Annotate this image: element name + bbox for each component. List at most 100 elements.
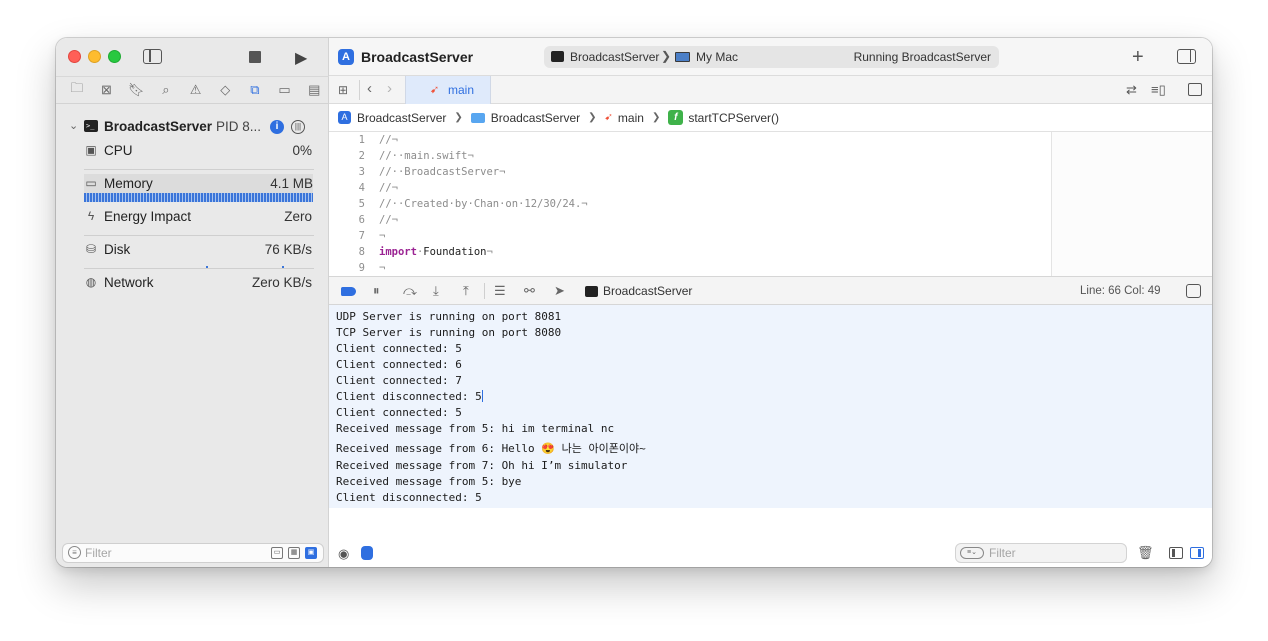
project-navigator-icon[interactable]: 🗀 — [62, 76, 92, 104]
code-line: 7 ¬ — [329, 230, 1049, 246]
line-text: //¬ — [379, 134, 398, 146]
chevron-down-icon[interactable]: ⌄ — [69, 119, 78, 132]
breadcrumb-separator: ❯ — [454, 112, 463, 123]
bookmark-navigator-icon[interactable]: 🔖︎ — [121, 76, 151, 104]
filter-option-icon[interactable]: ▭ — [271, 547, 283, 559]
text-cursor — [481, 390, 483, 402]
filter-placeholder: Filter — [989, 546, 1016, 560]
add-icon[interactable]: + — [1132, 46, 1144, 69]
eye-icon[interactable]: ◉ — [338, 546, 349, 562]
minimap[interactable] — [1051, 132, 1212, 276]
code-line: 4 //¬ — [329, 182, 1049, 198]
line-number: 2 — [358, 150, 365, 162]
debug-process-name[interactable]: BroadcastServer — [603, 284, 692, 298]
breadcrumb-item[interactable]: main — [618, 111, 644, 125]
trash-icon[interactable]: 🗑︎ — [1137, 545, 1154, 561]
step-over-icon[interactable]: ⤼ — [403, 283, 417, 299]
toggle-console-icon[interactable] — [1186, 284, 1201, 298]
console-line: Client disconnected: 5 — [336, 491, 482, 504]
filter-icon[interactable]: ≡⌄ — [960, 547, 984, 559]
divider — [84, 235, 314, 236]
breadcrumb-separator: ❯ — [651, 112, 661, 123]
toggle-inspector-icon[interactable] — [1177, 49, 1196, 64]
breakpoints-toggle-icon[interactable] — [341, 287, 356, 296]
show-console-view-icon[interactable] — [1190, 547, 1204, 559]
console-filter-field[interactable]: ≡⌄ Filter — [955, 543, 1127, 563]
find-navigator-icon[interactable]: ⌕ — [151, 76, 181, 104]
gauge-value: Zero — [284, 209, 312, 224]
memory-usage-bar — [84, 193, 313, 202]
test-navigator-icon[interactable]: ◇ — [210, 76, 240, 104]
gauge-label: Disk — [104, 242, 131, 257]
scheme-name[interactable]: BroadcastServer — [570, 50, 659, 64]
step-into-icon[interactable]: ⤓ — [433, 283, 439, 299]
step-out-icon[interactable]: ⤒ — [463, 283, 469, 299]
show-variables-view-icon[interactable] — [1169, 547, 1183, 559]
process-name: BroadcastServer — [104, 119, 213, 134]
variables-toggle-icon[interactable] — [361, 546, 373, 560]
swift-icon: ➹ — [430, 84, 440, 96]
divider — [84, 169, 314, 170]
info-icon[interactable]: i — [270, 120, 284, 134]
line-text: //··main.swift¬ — [379, 150, 474, 162]
close-window-button[interactable] — [68, 50, 81, 63]
breakpoint-navigator-icon[interactable]: ▭ — [270, 76, 300, 104]
navigator-filter-field[interactable]: ≡ Filter ▭ ▦ ▣ — [62, 543, 324, 563]
divider — [359, 80, 360, 100]
folder-icon — [470, 112, 485, 123]
code-line: 6 //¬ — [329, 214, 1049, 230]
line-text: import·Foundation¬ — [379, 246, 493, 258]
terminal-icon — [585, 286, 598, 297]
console-line: Client connected: 6 — [336, 358, 462, 371]
console-bottom-bar: ◉ ≡⌄ Filter 🗑︎ — [329, 539, 1212, 567]
tab-main[interactable]: ➹ main — [405, 76, 491, 104]
gauge-memory[interactable]: ▭ Memory 4.1 MB — [84, 174, 313, 195]
code-line: 3 //··BroadcastServer¬ — [329, 166, 1049, 182]
breadcrumb-item[interactable]: startTCPServer() — [688, 111, 779, 125]
threads-icon[interactable]: ||| — [291, 120, 305, 134]
issue-navigator-icon[interactable]: ⚠︎ — [181, 76, 211, 104]
editor-options-icon[interactable]: ≡▯ — [1151, 82, 1166, 98]
stop-icon[interactable] — [249, 51, 261, 63]
gauge-value: 76 KB/s — [264, 242, 312, 257]
view-hierarchy-icon[interactable]: ☰ — [494, 283, 506, 299]
source-control-navigator-icon[interactable]: ⊠ — [92, 76, 122, 104]
swap-icon[interactable]: ⇄ — [1126, 82, 1137, 98]
scheme-selector[interactable]: BroadcastServer ❯ My Mac Running Broadca… — [544, 46, 999, 68]
add-editor-icon[interactable] — [1188, 83, 1202, 96]
breadcrumb-item[interactable]: BroadcastServer — [491, 111, 580, 125]
gauge-network[interactable]: ◍ Network Zero KB/s — [84, 273, 312, 305]
pause-icon[interactable]: ⏸ — [373, 283, 380, 299]
memory-icon: ▭ — [85, 176, 97, 190]
keyword: import — [379, 246, 417, 258]
filter-option-icon[interactable]: ▣ — [305, 547, 317, 559]
filter-icon: ≡ — [68, 546, 81, 559]
line-text: //¬ — [379, 182, 398, 194]
process-row[interactable]: ⌄ >_ BroadcastServer PID 8... i ||| — [56, 117, 329, 137]
breadcrumb-separator: ❯ — [588, 112, 597, 123]
source-editor[interactable]: 1 //¬ 2 //··main.swift¬ 3 //··BroadcastServ… — [329, 132, 1212, 276]
swift-icon: ➹ — [604, 112, 613, 123]
console-line: Client disconnected: 5 — [336, 390, 482, 403]
line-number: 8 — [358, 246, 365, 258]
back-icon[interactable]: ‹ — [367, 80, 372, 97]
console-output[interactable]: UDP Server is running on port 8081 TCP S… — [329, 305, 1212, 508]
debug-navigator-icon[interactable]: ⧉ — [240, 76, 270, 104]
debug-bar: ⏸ ⤼ ⤓ ⤒ ☰ ⚯ ➤ BroadcastServer Line: 66 C… — [329, 276, 1212, 305]
location-icon[interactable]: ➤ — [554, 283, 565, 299]
run-destination[interactable]: My Mac — [696, 50, 738, 64]
breadcrumb-item[interactable]: BroadcastServer — [357, 111, 446, 125]
tab-bar: ⊞ ‹ › ➹ main ⇄ ≡▯ — [329, 76, 1212, 104]
related-items-icon[interactable]: ⊞ — [338, 83, 351, 97]
filter-option-icon[interactable]: ▦ — [288, 547, 300, 559]
minimize-window-button[interactable] — [88, 50, 101, 63]
memory-graph-icon[interactable]: ⚯ — [524, 283, 535, 299]
forward-icon[interactable]: › — [387, 80, 392, 97]
run-icon[interactable]: ▶ — [295, 48, 307, 68]
gauge-value: Zero KB/s — [251, 275, 312, 290]
report-navigator-icon[interactable]: ▤ — [299, 76, 329, 104]
toggle-navigator-icon[interactable] — [143, 49, 162, 64]
toolbar: A BroadcastServer BroadcastServer ❯ My M… — [329, 38, 1212, 76]
zoom-window-button[interactable] — [108, 50, 121, 63]
line-text: //··BroadcastServer¬ — [379, 166, 506, 178]
